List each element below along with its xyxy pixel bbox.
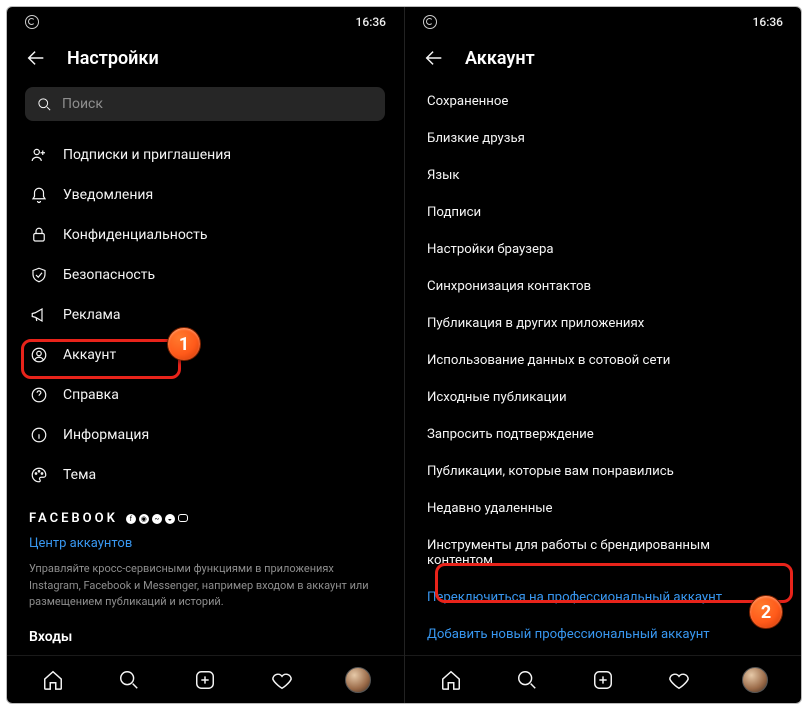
account-item-recently-deleted[interactable]: Недавно удаленные <box>423 490 783 527</box>
account-item-switch-pro[interactable]: Переключиться на профессиональный аккаун… <box>423 579 783 616</box>
nav-profile[interactable] <box>344 666 372 694</box>
nav-profile[interactable] <box>741 666 769 694</box>
back-button[interactable] <box>423 47 445 69</box>
status-time: 16:36 <box>356 15 386 29</box>
search-input[interactable]: Поиск <box>25 87 385 121</box>
shield-icon <box>29 265 49 285</box>
account-icon <box>29 345 49 365</box>
account-item-contacts-sync[interactable]: Синхронизация контактов <box>423 268 783 305</box>
nav-create[interactable] <box>589 666 617 694</box>
account-item-request-verification[interactable]: Запросить подтверждение <box>423 416 783 453</box>
nav-activity[interactable] <box>665 666 693 694</box>
page-title: Настройки <box>67 48 159 69</box>
account-item-browser[interactable]: Настройки браузера <box>423 231 783 268</box>
settings-screen: 16:36 Настройки Поиск Подписки и приглаш… <box>7 7 404 703</box>
info-icon <box>29 425 49 445</box>
page-title: Аккаунт <box>465 48 535 69</box>
menu-item-theme[interactable]: Тема <box>25 455 386 495</box>
palette-icon <box>29 465 49 485</box>
user-plus-icon <box>29 145 49 165</box>
avatar <box>742 667 768 693</box>
status-bar: 16:36 <box>405 7 801 37</box>
back-button[interactable] <box>25 47 47 69</box>
header: Настройки <box>7 37 404 83</box>
account-item-sharing[interactable]: Публикация в других приложениях <box>423 305 783 342</box>
logins-heading: Входы <box>25 625 386 649</box>
nav-activity[interactable] <box>268 666 296 694</box>
account-item-add-pro[interactable]: Добавить новый профессиональный аккаунт <box>423 616 783 653</box>
bottom-nav <box>7 655 404 703</box>
brand-app-icons: f◉~◒ <box>126 514 188 524</box>
account-item-language[interactable]: Язык <box>423 157 783 194</box>
avatar <box>345 667 371 693</box>
shazam-icon <box>25 15 39 29</box>
accounts-center-desc: Управляйте кросс-сервисными функциями в … <box>25 557 386 625</box>
menu-item-follows[interactable]: Подписки и приглашения <box>25 135 386 175</box>
account-item-liked-posts[interactable]: Публикации, которые вам понравились <box>423 453 783 490</box>
account-screen: 16:36 Аккаунт Сохраненное Близкие друзья… <box>404 7 801 703</box>
menu-item-ads[interactable]: Реклама <box>25 295 386 335</box>
lock-icon <box>29 225 49 245</box>
account-item-captions[interactable]: Подписи <box>423 194 783 231</box>
bottom-nav <box>405 655 801 703</box>
shazam-icon <box>423 15 437 29</box>
menu-label: Тема <box>63 467 96 483</box>
accounts-center-link[interactable]: Центр аккаунтов <box>25 530 386 557</box>
search-icon <box>37 97 52 112</box>
account-item-saved[interactable]: Сохраненное <box>423 83 783 120</box>
menu-item-help[interactable]: Справка <box>25 375 386 415</box>
menu-label: Подписки и приглашения <box>63 147 231 163</box>
search-placeholder: Поиск <box>62 96 103 112</box>
nav-search[interactable] <box>513 666 541 694</box>
nav-home[interactable] <box>39 666 67 694</box>
facebook-brand: FACEBOOK f◉~◒ <box>25 507 386 530</box>
nav-create[interactable] <box>191 666 219 694</box>
menu-label: Реклама <box>63 307 120 323</box>
help-icon <box>29 385 49 405</box>
bell-icon <box>29 185 49 205</box>
menu-label: Аккаунт <box>63 347 116 363</box>
menu-label: Справка <box>63 387 119 403</box>
megaphone-icon <box>29 305 49 325</box>
menu-label: Информация <box>63 427 149 443</box>
menu-item-privacy[interactable]: Конфиденциальность <box>25 215 386 255</box>
menu-item-notifications[interactable]: Уведомления <box>25 175 386 215</box>
status-time: 16:36 <box>753 15 783 29</box>
account-item-original-posts[interactable]: Исходные публикации <box>423 379 783 416</box>
menu-label: Конфиденциальность <box>63 227 207 243</box>
account-item-cellular-data[interactable]: Использование данных в сотовой сети <box>423 342 783 379</box>
menu-label: Безопасность <box>63 267 155 283</box>
account-item-close-friends[interactable]: Близкие друзья <box>423 120 783 157</box>
nav-home[interactable] <box>437 666 465 694</box>
account-item-branded-content[interactable]: Инструменты для работы с брендированным … <box>423 527 783 579</box>
status-bar: 16:36 <box>7 7 404 37</box>
nav-search[interactable] <box>115 666 143 694</box>
menu-item-account[interactable]: Аккаунт <box>25 335 386 375</box>
header: Аккаунт <box>405 37 801 83</box>
menu-item-security[interactable]: Безопасность <box>25 255 386 295</box>
menu-item-about[interactable]: Информация <box>25 415 386 455</box>
menu-label: Уведомления <box>63 187 153 203</box>
